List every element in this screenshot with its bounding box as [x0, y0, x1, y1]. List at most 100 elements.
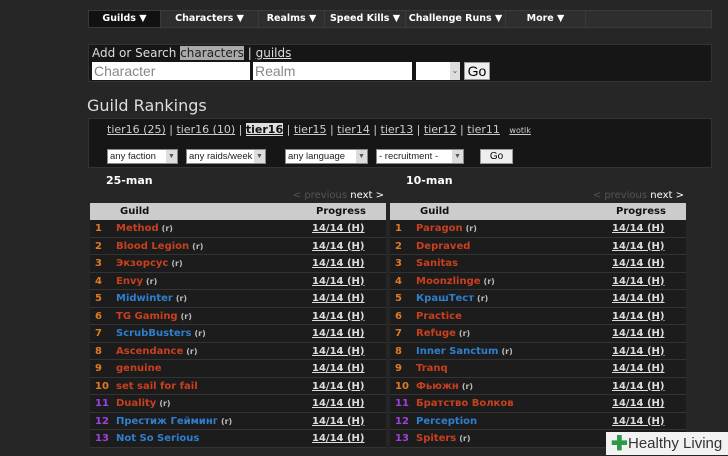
rank: 5	[395, 293, 402, 304]
guild-link[interactable]: Spiters	[416, 433, 456, 444]
progress-link[interactable]: 14/14 (H)	[312, 220, 364, 237]
guild-link[interactable]: Inner Sanctum	[416, 346, 498, 357]
progress-link[interactable]: 14/14 (H)	[612, 290, 664, 307]
progress-link[interactable]: 14/14 (H)	[612, 308, 664, 325]
progress-link[interactable]: 14/14 (H)	[312, 238, 364, 255]
progress-link[interactable]: 14/14 (H)	[612, 360, 664, 377]
guild-cell: Not So Serious	[116, 430, 202, 447]
table-row: 7 Refuge (r) 14/14 (H)	[390, 325, 686, 343]
progress-link[interactable]: 14/14 (H)	[612, 238, 664, 255]
recruitment-select[interactable]: - recruitment - ▼	[376, 149, 464, 164]
progress-link[interactable]: 14/14 (H)	[612, 395, 664, 412]
guild-cell: Blood Legion (r)	[116, 238, 203, 255]
rank: 4	[395, 275, 402, 287]
wotlk-link[interactable]: wotlk	[509, 126, 530, 135]
tier-link-active[interactable]: tier16	[245, 123, 284, 136]
guild-cell: Practice	[416, 308, 465, 325]
table-row: 5 Midwinter (r) 14/14 (H)	[90, 290, 386, 308]
table-row: 1 Method (r) 14/14 (H)	[90, 220, 386, 238]
guild-link[interactable]: Престиж Гейминг	[116, 416, 218, 427]
progress-link[interactable]: 14/14 (H)	[312, 430, 364, 447]
guild-link[interactable]: Paragon	[416, 223, 463, 234]
guild-link[interactable]: genuine	[116, 363, 162, 374]
guild-link[interactable]: Refuge	[416, 328, 456, 339]
guild-link[interactable]: Duality	[116, 398, 156, 409]
progress-link[interactable]: 14/14 (H)	[312, 378, 364, 395]
guild-cell: Spiters (r)	[416, 430, 471, 447]
watermark-text: Healthy Living	[628, 435, 723, 452]
guild-link[interactable]: TG Gaming	[116, 311, 178, 322]
guild-link[interactable]: Envy	[116, 276, 143, 287]
nav-realms[interactable]: Realms ▼	[259, 11, 325, 27]
nav-challenge-runs[interactable]: Challenge Runs ▼	[406, 11, 506, 27]
guild-link[interactable]: set sail for fail	[116, 381, 198, 392]
recruiting-badge: (r)	[477, 294, 489, 303]
character-input[interactable]: Character	[92, 62, 250, 80]
recruiting-badge: (r)	[483, 276, 495, 286]
filter-go-button[interactable]: Go	[480, 149, 513, 164]
progress-link[interactable]: 14/14 (H)	[312, 273, 364, 290]
tier-link[interactable]: tier11	[467, 123, 500, 136]
tier-link[interactable]: tier14	[337, 123, 370, 136]
progress-link[interactable]: 14/14 (H)	[312, 325, 364, 342]
search-go-button[interactable]: Go	[464, 62, 490, 80]
tier-link[interactable]: tier16 (25)	[107, 123, 166, 136]
progress-link[interactable]: 14/14 (H)	[312, 395, 364, 412]
guild-link[interactable]: Moonzlinge	[416, 276, 481, 287]
guild-link[interactable]: Sanitas	[416, 258, 458, 269]
characters-link[interactable]: characters	[180, 46, 244, 60]
guild-link[interactable]: Depraved	[416, 241, 470, 252]
progress-link[interactable]: 14/14 (H)	[612, 325, 664, 342]
nav-speed-kills[interactable]: Speed Kills ▼	[325, 11, 406, 27]
previous-link[interactable]: < previous	[593, 190, 647, 201]
rank: 7	[95, 328, 102, 339]
nav-characters[interactable]: Characters ▼	[161, 11, 259, 27]
next-link[interactable]: next >	[350, 190, 384, 201]
recruiting-badge: (r)	[171, 259, 183, 268]
realm-input[interactable]: Realm	[253, 62, 412, 80]
progress-link[interactable]: 14/14 (H)	[312, 413, 364, 430]
page-title: Guild Rankings	[87, 96, 207, 115]
tier-link[interactable]: tier16 (10)	[176, 123, 235, 136]
progress-link[interactable]: 14/14 (H)	[312, 308, 364, 325]
region-select[interactable]: ⌄	[416, 62, 460, 80]
guild-link[interactable]: Method	[116, 223, 159, 234]
guild-link[interactable]: Экзорсус	[116, 258, 168, 269]
guild-link[interactable]: Perception	[416, 416, 477, 427]
progress-link[interactable]: 14/14 (H)	[612, 413, 664, 430]
guild-cell: Экзорсус (r)	[116, 255, 183, 272]
guild-link[interactable]: Ascendance	[116, 346, 183, 357]
separator: |	[247, 46, 252, 60]
language-select[interactable]: any language ▼	[285, 149, 368, 164]
guild-link[interactable]: КрашТест	[416, 293, 474, 304]
progress-link[interactable]: 14/14 (H)	[612, 255, 664, 272]
progress-link[interactable]: 14/14 (H)	[612, 273, 664, 290]
progress-link[interactable]: 14/14 (H)	[312, 360, 364, 377]
progress-link[interactable]: 14/14 (H)	[612, 378, 664, 395]
guild-link[interactable]: ScrubBusters	[116, 328, 191, 339]
guild-link[interactable]: Not So Serious	[116, 433, 199, 444]
guild-link[interactable]: Tranq	[416, 363, 448, 374]
guilds-link[interactable]: guilds	[256, 46, 292, 60]
progress-link[interactable]: 14/14 (H)	[312, 290, 364, 307]
progress-link[interactable]: 14/14 (H)	[612, 343, 664, 360]
guild-link[interactable]: Братство Волков	[416, 398, 514, 409]
progress-link[interactable]: 14/14 (H)	[612, 220, 664, 237]
guild-link[interactable]: Midwinter	[116, 293, 173, 304]
tier-link[interactable]: tier13	[381, 123, 414, 136]
tier-link[interactable]: tier15	[294, 123, 327, 136]
recruiting-badge: (r)	[186, 346, 198, 356]
nav-guilds[interactable]: Guilds ▼	[89, 11, 161, 27]
guild-link[interactable]: Фьюжн	[416, 381, 459, 392]
faction-select[interactable]: any faction ▼	[107, 149, 178, 164]
raids-week-select[interactable]: any raids/week ▼	[186, 149, 266, 164]
previous-link[interactable]: < previous	[293, 190, 347, 201]
progress-link[interactable]: 14/14 (H)	[312, 343, 364, 360]
next-link[interactable]: next >	[650, 190, 684, 201]
nav-more[interactable]: More ▼	[506, 11, 586, 27]
guild-link[interactable]: Practice	[416, 311, 462, 322]
progress-link[interactable]: 14/14 (H)	[312, 255, 364, 272]
guild-link[interactable]: Blood Legion	[116, 241, 189, 252]
recruiting-badge: (r)	[459, 434, 471, 443]
tier-link[interactable]: tier12	[424, 123, 457, 136]
